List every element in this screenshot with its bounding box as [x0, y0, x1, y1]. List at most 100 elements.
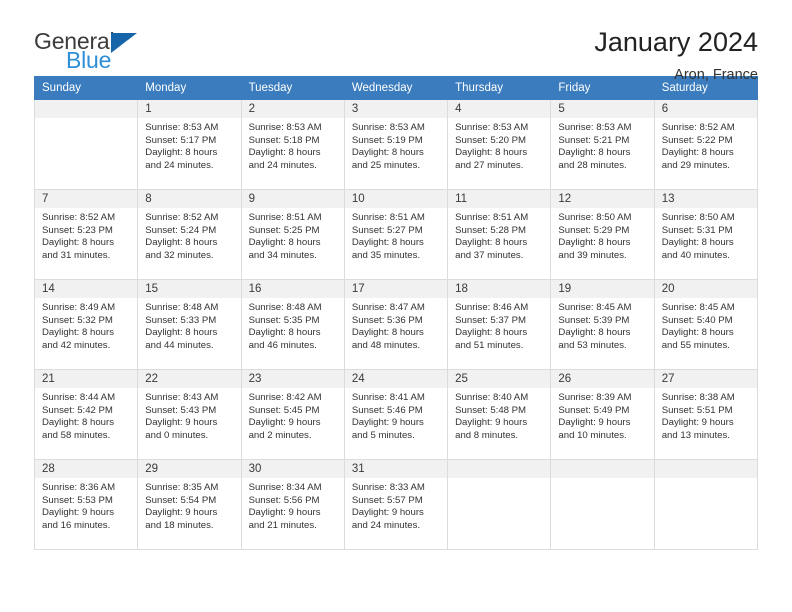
daylight-text-line2: and 0 minutes. — [145, 429, 209, 441]
sunset-text: Sunset: 5:35 PM — [248, 314, 320, 326]
day-cell-empty — [653, 459, 759, 550]
day-details: Sunrise: 8:53 AM Sunset: 5:17 PM Dayligh… — [138, 118, 240, 172]
daylight-text-line1: Daylight: 8 hours — [42, 237, 114, 249]
day-number: 4 — [448, 100, 551, 118]
day-cell[interactable]: 14 Sunrise: 8:49 AM Sunset: 5:32 PM Dayl… — [33, 279, 139, 370]
day-details: Sunrise: 8:33 AM Sunset: 5:57 PM Dayligh… — [345, 478, 447, 532]
day-cell[interactable]: 15 Sunrise: 8:48 AM Sunset: 5:33 PM Dayl… — [137, 279, 242, 370]
day-cell[interactable]: 17 Sunrise: 8:47 AM Sunset: 5:36 PM Dayl… — [343, 279, 449, 370]
day-number: 24 — [344, 370, 448, 388]
day-number: 19 — [551, 280, 654, 298]
day-number: 13 — [654, 190, 757, 208]
day-cell[interactable]: 21 Sunrise: 8:44 AM Sunset: 5:42 PM Dayl… — [33, 369, 139, 460]
page-header: General Blue January 2024 Aron, France — [0, 0, 792, 82]
sunset-text: Sunset: 5:46 PM — [351, 404, 423, 416]
day-cell[interactable]: 16 Sunrise: 8:48 AM Sunset: 5:35 PM Dayl… — [240, 279, 345, 370]
sunset-text: Sunset: 5:54 PM — [145, 494, 217, 506]
weekday-header-monday: Monday — [137, 76, 242, 100]
day-cell[interactable]: 1 Sunrise: 8:53 AM Sunset: 5:17 PM Dayli… — [137, 99, 242, 190]
sunrise-text: Sunrise: 8:43 AM — [145, 392, 219, 403]
day-cell-empty — [550, 459, 655, 550]
day-cell[interactable]: 23 Sunrise: 8:42 AM Sunset: 5:45 PM Dayl… — [240, 369, 345, 460]
day-details: Sunrise: 8:53 AM Sunset: 5:18 PM Dayligh… — [242, 118, 344, 172]
day-cell[interactable]: 13 Sunrise: 8:50 AM Sunset: 5:31 PM Dayl… — [653, 189, 759, 280]
daylight-text-line2: and 10 minutes. — [558, 429, 627, 441]
calendar-week-row: 14 Sunrise: 8:49 AM Sunset: 5:32 PM Dayl… — [33, 279, 759, 370]
day-cell[interactable]: 27 Sunrise: 8:38 AM Sunset: 5:51 PM Dayl… — [653, 369, 759, 460]
day-details: Sunrise: 8:51 AM Sunset: 5:25 PM Dayligh… — [242, 208, 344, 262]
generalblue-logo[interactable]: General Blue — [34, 26, 138, 72]
day-cell[interactable]: 2 Sunrise: 8:53 AM Sunset: 5:18 PM Dayli… — [240, 99, 345, 190]
day-details: Sunrise: 8:35 AM Sunset: 5:54 PM Dayligh… — [138, 478, 240, 532]
daylight-text-line2: and 58 minutes. — [42, 429, 111, 441]
day-cell[interactable]: 20 Sunrise: 8:45 AM Sunset: 5:40 PM Dayl… — [653, 279, 759, 370]
day-number: 25 — [448, 370, 551, 388]
daylight-text-line1: Daylight: 9 hours — [145, 417, 218, 429]
day-cell[interactable]: 31 Sunrise: 8:33 AM Sunset: 5:57 PM Dayl… — [343, 459, 449, 550]
day-details: Sunrise: 8:50 AM Sunset: 5:29 PM Dayligh… — [551, 208, 653, 262]
day-cell[interactable]: 11 Sunrise: 8:51 AM Sunset: 5:28 PM Dayl… — [447, 189, 552, 280]
day-cell[interactable]: 24 Sunrise: 8:41 AM Sunset: 5:46 PM Dayl… — [343, 369, 449, 460]
day-number: 22 — [138, 370, 241, 388]
day-cell[interactable]: 22 Sunrise: 8:43 AM Sunset: 5:43 PM Dayl… — [137, 369, 242, 460]
sunset-text: Sunset: 5:32 PM — [42, 314, 113, 326]
day-cell[interactable]: 18 Sunrise: 8:46 AM Sunset: 5:37 PM Dayl… — [447, 279, 552, 370]
month-calendar-table: Sunday Monday Tuesday Wednesday Thursday… — [33, 76, 759, 550]
sunset-text: Sunset: 5:33 PM — [145, 314, 217, 326]
day-details: Sunrise: 8:40 AM Sunset: 5:48 PM Dayligh… — [448, 388, 550, 442]
day-details: Sunrise: 8:44 AM Sunset: 5:42 PM Dayligh… — [35, 388, 137, 442]
day-number: 1 — [138, 100, 241, 118]
day-cell-empty — [447, 459, 552, 550]
day-details: Sunrise: 8:34 AM Sunset: 5:56 PM Dayligh… — [242, 478, 344, 532]
daylight-text-line2: and 55 minutes. — [661, 339, 730, 351]
daylight-text-line2: and 44 minutes. — [145, 339, 214, 351]
sunrise-text: Sunrise: 8:51 AM — [351, 212, 425, 223]
sunset-text: Sunset: 5:27 PM — [351, 224, 423, 236]
calendar-week-row: 28 Sunrise: 8:36 AM Sunset: 5:53 PM Dayl… — [33, 459, 759, 550]
day-cell[interactable]: 29 Sunrise: 8:35 AM Sunset: 5:54 PM Dayl… — [137, 459, 242, 550]
day-details: Sunrise: 8:52 AM Sunset: 5:24 PM Dayligh… — [138, 208, 240, 262]
sunrise-text: Sunrise: 8:44 AM — [42, 392, 116, 403]
daylight-text-line1: Daylight: 8 hours — [558, 327, 631, 339]
sunset-text: Sunset: 5:51 PM — [661, 404, 733, 416]
day-number: 7 — [35, 190, 138, 208]
day-cell[interactable]: 9 Sunrise: 8:51 AM Sunset: 5:25 PM Dayli… — [240, 189, 345, 280]
sunrise-text: Sunrise: 8:38 AM — [661, 392, 735, 403]
daylight-text-line2: and 34 minutes. — [248, 249, 317, 261]
sunset-text: Sunset: 5:18 PM — [248, 134, 320, 146]
day-number: 17 — [344, 280, 448, 298]
daylight-text-line2: and 24 minutes. — [248, 159, 317, 171]
day-cell[interactable]: 25 Sunrise: 8:40 AM Sunset: 5:48 PM Dayl… — [447, 369, 552, 460]
day-cell[interactable]: 12 Sunrise: 8:50 AM Sunset: 5:29 PM Dayl… — [550, 189, 655, 280]
calendar-week-row: 7 Sunrise: 8:52 AM Sunset: 5:23 PM Dayli… — [33, 189, 759, 280]
sunset-text: Sunset: 5:17 PM — [145, 134, 217, 146]
sunrise-text: Sunrise: 8:35 AM — [145, 482, 219, 493]
sunrise-text: Sunrise: 8:36 AM — [42, 482, 116, 493]
day-cell[interactable]: 5 Sunrise: 8:53 AM Sunset: 5:21 PM Dayli… — [550, 99, 655, 190]
daylight-text-line1: Daylight: 8 hours — [661, 237, 734, 249]
daylight-text-line2: and 37 minutes. — [455, 249, 524, 261]
day-cell[interactable]: 3 Sunrise: 8:53 AM Sunset: 5:19 PM Dayli… — [343, 99, 449, 190]
day-cell[interactable]: 8 Sunrise: 8:52 AM Sunset: 5:24 PM Dayli… — [137, 189, 242, 280]
sunrise-text: Sunrise: 8:51 AM — [455, 212, 529, 223]
daylight-text-line2: and 28 minutes. — [558, 159, 627, 171]
title-block: January 2024 Aron, France — [594, 26, 758, 82]
sunset-text: Sunset: 5:19 PM — [351, 134, 423, 146]
day-cell[interactable]: 7 Sunrise: 8:52 AM Sunset: 5:23 PM Dayli… — [33, 189, 139, 280]
daylight-text-line1: Daylight: 8 hours — [455, 237, 528, 249]
sunset-text: Sunset: 5:23 PM — [42, 224, 113, 236]
day-cell[interactable]: 30 Sunrise: 8:34 AM Sunset: 5:56 PM Dayl… — [240, 459, 345, 550]
sunset-text: Sunset: 5:37 PM — [455, 314, 527, 326]
day-cell[interactable]: 10 Sunrise: 8:51 AM Sunset: 5:27 PM Dayl… — [343, 189, 449, 280]
calendar-body: 1 Sunrise: 8:53 AM Sunset: 5:17 PM Dayli… — [33, 99, 759, 550]
day-cell[interactable]: 19 Sunrise: 8:45 AM Sunset: 5:39 PM Dayl… — [550, 279, 655, 370]
day-cell[interactable]: 6 Sunrise: 8:52 AM Sunset: 5:22 PM Dayli… — [653, 99, 759, 190]
day-cell[interactable]: 4 Sunrise: 8:53 AM Sunset: 5:20 PM Dayli… — [447, 99, 552, 190]
sunset-text: Sunset: 5:22 PM — [661, 134, 733, 146]
sunset-text: Sunset: 5:39 PM — [558, 314, 630, 326]
daylight-text-line1: Daylight: 9 hours — [455, 417, 528, 429]
day-details: Sunrise: 8:36 AM Sunset: 5:53 PM Dayligh… — [35, 478, 137, 532]
day-cell[interactable]: 26 Sunrise: 8:39 AM Sunset: 5:49 PM Dayl… — [550, 369, 655, 460]
day-cell[interactable]: 28 Sunrise: 8:36 AM Sunset: 5:53 PM Dayl… — [33, 459, 139, 550]
weekday-header-thursday: Thursday — [447, 76, 552, 100]
